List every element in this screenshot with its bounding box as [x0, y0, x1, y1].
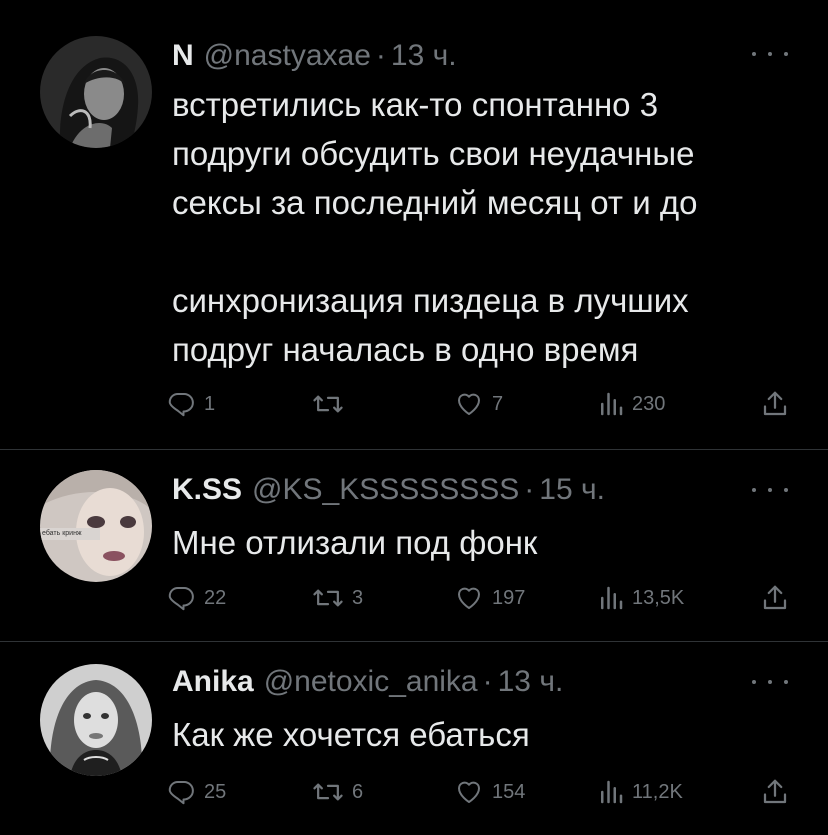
timestamp[interactable]: 15 ч. — [539, 470, 605, 510]
share-button[interactable] — [760, 386, 790, 422]
tweet-text-line: Мне отлизали под фонк — [172, 524, 538, 561]
tweet-text: Мне отлизали под фонк — [172, 518, 802, 567]
like-button[interactable]: 197 — [454, 580, 525, 616]
retweet-icon — [312, 389, 344, 419]
retweet-count: 3 — [352, 586, 364, 609]
views-button[interactable]: 13,5K — [598, 580, 684, 616]
share-icon — [760, 583, 790, 613]
reply-count: 1 — [204, 392, 216, 415]
separator-dot: · — [524, 473, 535, 506]
retweet-button[interactable] — [312, 386, 352, 422]
tweet-text-line: сексы за последний месяц от и до — [172, 184, 698, 221]
separator-dot: · — [375, 39, 386, 72]
views-icon — [598, 777, 624, 807]
share-icon — [760, 777, 790, 807]
heart-icon — [454, 583, 484, 613]
display-name[interactable]: K.SS — [172, 470, 242, 510]
tweet[interactable]: ебать кринж K.SS @KS_KSSSSSSSS · 15 ч. М… — [0, 450, 828, 642]
tweet-text: Как же хочется ебаться — [172, 710, 802, 759]
more-icon[interactable] — [752, 44, 788, 64]
heart-icon — [454, 777, 484, 807]
reply-button[interactable]: 25 — [166, 774, 226, 810]
views-count: 230 — [632, 392, 666, 415]
views-button[interactable]: 230 — [598, 386, 665, 422]
display-name[interactable]: Anika — [172, 662, 254, 702]
like-count: 197 — [492, 586, 526, 609]
share-button[interactable] — [760, 580, 790, 616]
tweet-actions: 22 3 197 13,5K — [166, 580, 796, 616]
separator-dot: · — [482, 665, 493, 698]
timestamp[interactable]: 13 ч. — [498, 662, 564, 702]
avatar[interactable] — [40, 664, 152, 776]
tweet-text-line: встретились как-то спонтанно 3 — [172, 86, 659, 123]
tweet-text-line: подруги обсудить свои неудачные — [172, 135, 695, 172]
tweet-actions: 25 6 154 11,2K — [166, 774, 796, 810]
tweet-text-line: синхронизация пиздеца в лучших — [172, 282, 689, 319]
like-count: 154 — [492, 780, 526, 803]
tweet-header: Anika @netoxic_anika · 13 ч. — [172, 662, 563, 702]
display-name[interactable]: N — [172, 36, 194, 76]
tweet-text-line: подруг началась в одно время — [172, 331, 639, 368]
tweet-header: N @nastyaxae · 13 ч. — [172, 36, 457, 76]
like-count: 7 — [492, 392, 504, 415]
retweet-button[interactable]: 6 — [312, 774, 363, 810]
user-handle[interactable]: @netoxic_anika — [264, 662, 478, 702]
more-icon[interactable] — [752, 480, 788, 500]
more-icon[interactable] — [752, 672, 788, 692]
user-handle[interactable]: @KS_KSSSSSSSS — [252, 470, 519, 510]
tweet[interactable]: Anika @netoxic_anika · 13 ч. Как же хоче… — [0, 642, 828, 835]
timestamp[interactable]: 13 ч. — [391, 36, 457, 76]
user-handle[interactable]: @nastyaxae — [204, 36, 371, 76]
tweet-text: встретились как-то спонтанно 3 подруги о… — [172, 80, 802, 374]
avatar-caption: ебать кринж — [42, 530, 82, 537]
views-count: 13,5K — [632, 586, 685, 609]
tweet-actions: 1 7 230 — [166, 386, 796, 422]
retweet-icon — [312, 583, 344, 613]
views-button[interactable]: 11,2K — [598, 774, 683, 810]
views-icon — [598, 389, 624, 419]
reply-count: 25 — [204, 780, 227, 803]
views-count: 11,2K — [632, 780, 683, 803]
share-button[interactable] — [760, 774, 790, 810]
avatar[interactable]: ебать кринж — [40, 470, 152, 582]
reply-button[interactable]: 22 — [166, 580, 226, 616]
like-button[interactable]: 154 — [454, 774, 525, 810]
reply-icon — [166, 389, 196, 419]
reply-icon — [166, 777, 196, 807]
reply-icon — [166, 583, 196, 613]
retweet-icon — [312, 777, 344, 807]
reply-count: 22 — [204, 586, 227, 609]
like-button[interactable]: 7 — [454, 386, 503, 422]
tweet-header: K.SS @KS_KSSSSSSSS · 15 ч. — [172, 470, 605, 510]
tweet[interactable]: N @nastyaxae · 13 ч. встретились как-то … — [0, 0, 828, 450]
heart-icon — [454, 389, 484, 419]
share-icon — [760, 389, 790, 419]
reply-button[interactable]: 1 — [166, 386, 215, 422]
tweet-text-line: Как же хочется ебаться — [172, 716, 530, 753]
avatar[interactable] — [40, 36, 152, 148]
retweet-button[interactable]: 3 — [312, 580, 363, 616]
views-icon — [598, 583, 624, 613]
retweet-count: 6 — [352, 780, 364, 803]
